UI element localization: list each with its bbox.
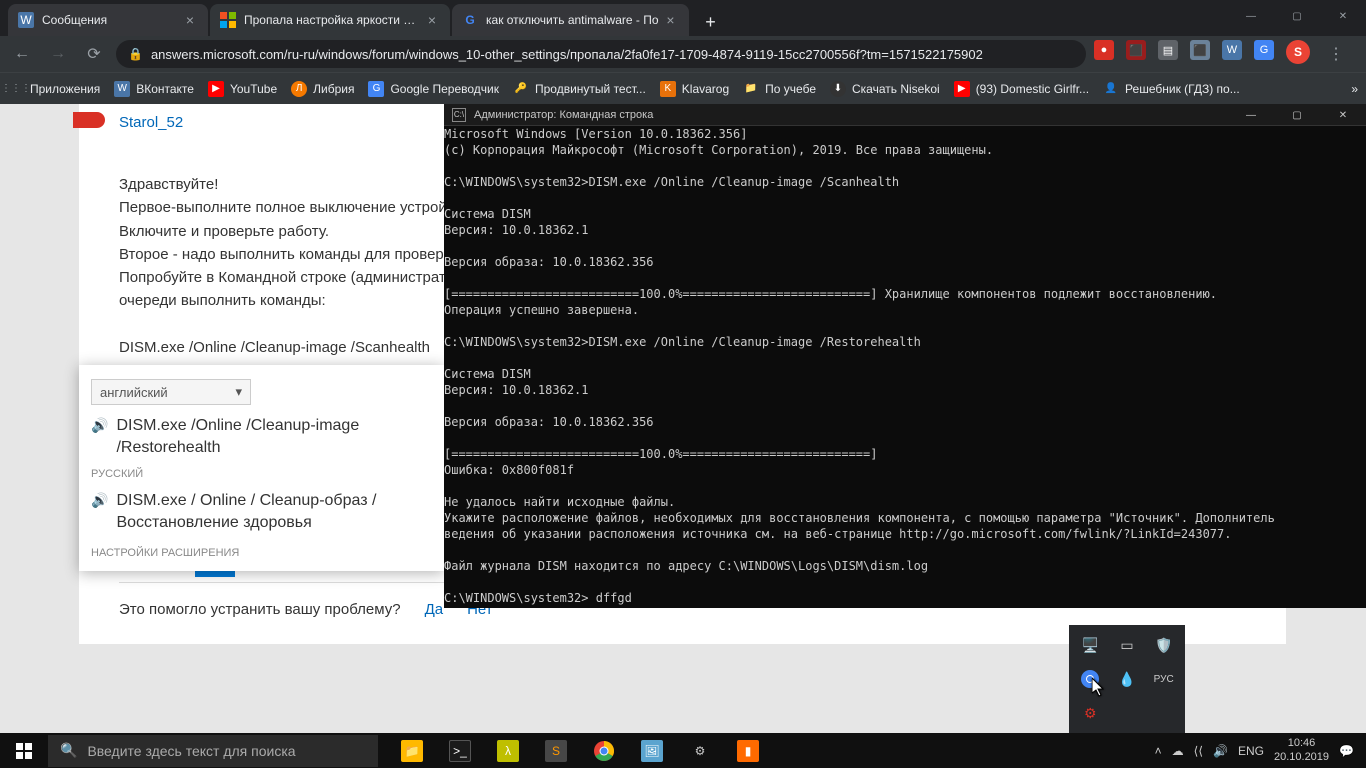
cmd-icon: C:\ <box>452 108 466 122</box>
bookmark-youtube[interactable]: ▶YouTube <box>208 81 277 97</box>
ext-vk-icon[interactable]: W <box>1222 40 1242 60</box>
tab-microsoft-answers[interactable]: Пропала настройка яркости экр × <box>210 4 450 36</box>
tab-title: Пропала настройка яркости экр <box>244 13 420 27</box>
menu-icon[interactable]: ⋮ <box>1322 40 1350 68</box>
taskbar-search[interactable]: 🔍 Введите здесь текст для поиска <box>48 735 378 767</box>
bookmarks-overflow[interactable]: » <box>1351 82 1358 96</box>
taskbar: 🔍 Введите здесь текст для поиска 📁 >_ λ … <box>0 733 1366 768</box>
bookmark-libria[interactable]: ЛЛибрия <box>291 81 354 97</box>
task-settings[interactable]: ⚙ <box>676 733 724 768</box>
task-explorer[interactable]: 📁 <box>388 733 436 768</box>
url-field[interactable]: 🔒 answers.microsoft.com/ru-ru/windows/fo… <box>116 40 1086 68</box>
target-lang-label: РУССКИЙ <box>91 468 432 480</box>
cmd-title-text: Администратор: Командная строка <box>474 109 653 121</box>
ext-reader-icon[interactable]: ▤ <box>1158 40 1178 60</box>
tab-google-search[interactable]: G как отключить antimalware - По × <box>452 4 689 36</box>
ext-grammar-icon[interactable]: ⬛ <box>1190 40 1210 60</box>
bookmark-nisekoi[interactable]: ⬇Скачать Nisekoi <box>830 81 940 97</box>
apps-button[interactable]: ⋮⋮⋮Приложения <box>8 81 100 97</box>
notifications-icon[interactable]: 💬 <box>1339 744 1354 758</box>
task-gallery[interactable]: 🖼 <box>628 733 676 768</box>
chrome-maximize-icon[interactable]: ▢ <box>1274 0 1320 32</box>
search-placeholder: Введите здесь текст для поиска <box>87 743 295 759</box>
ext-translate-icon[interactable]: G <box>1254 40 1274 60</box>
translated-text: DISM.exe / Online / Cleanup-образ / Восс… <box>116 490 432 533</box>
tab-title: Сообщения <box>42 13 178 27</box>
tray-wifi-icon[interactable]: ⟨⟨ <box>1194 744 1203 758</box>
tray-app-icon[interactable]: ⚙ <box>1078 701 1102 725</box>
bookmark-test[interactable]: 🔑Продвинутый тест... <box>513 81 646 97</box>
lock-icon: 🔒 <box>128 47 143 61</box>
tray-monitor-icon[interactable]: ▭ <box>1115 633 1139 657</box>
tab-title: как отключить antimalware - По <box>486 13 659 27</box>
task-sublime[interactable]: S <box>532 733 580 768</box>
tray-lang-indicator[interactable]: ENG <box>1238 744 1264 758</box>
translate-popup: английский ▾ 🔊 DISM.exe /Online /Cleanup… <box>79 365 444 571</box>
cmd-minimize-icon[interactable]: — <box>1228 104 1274 126</box>
user-avatar[interactable]: S <box>1286 40 1310 64</box>
tray-chrome-icon[interactable] <box>1078 667 1102 691</box>
language-select[interactable]: английский ▾ <box>91 379 251 405</box>
search-icon: 🔍 <box>60 742 77 759</box>
favicon-google-icon: G <box>462 12 478 28</box>
cmd-close-icon[interactable]: ✕ <box>1320 104 1366 126</box>
ext-adblock-icon[interactable]: ● <box>1094 40 1114 60</box>
tray-defender-icon[interactable]: 🛡️ <box>1152 633 1176 657</box>
bookmark-vk[interactable]: WВКонтакте <box>114 81 194 97</box>
close-icon[interactable]: × <box>424 12 440 28</box>
bookmark-translate[interactable]: GGoogle Переводчик <box>368 81 499 97</box>
bookmarks-bar: ⋮⋮⋮Приложения WВКонтакте ▶YouTube ЛЛибри… <box>0 72 1366 104</box>
bookmark-study[interactable]: 📁По учебе <box>743 81 816 97</box>
browser-tabs-bar: W Сообщения × Пропала настройка яркости … <box>0 0 1366 36</box>
start-button[interactable] <box>0 733 48 768</box>
user-avatar-icon <box>73 112 105 128</box>
cmd-titlebar[interactable]: C:\ Администратор: Командная строка — ▢ … <box>444 104 1366 126</box>
forward-button[interactable]: → <box>44 40 72 68</box>
tray-expand-icon[interactable]: ˄ <box>1155 744 1162 758</box>
taskbar-apps: 📁 >_ λ S 🖼 ⚙ ▮ <box>388 733 772 768</box>
task-app1[interactable]: λ <box>484 733 532 768</box>
feedback-yes[interactable]: Да <box>425 601 444 618</box>
tray-nvidia-icon[interactable]: 💧 <box>1115 667 1139 691</box>
tray-display-icon[interactable]: 🖥️ <box>1078 633 1102 657</box>
cmd-output[interactable]: Microsoft Windows [Version 10.0.18362.35… <box>444 126 1366 606</box>
cmd-window: C:\ Администратор: Командная строка — ▢ … <box>444 104 1366 608</box>
speaker-icon[interactable]: 🔊 <box>91 492 108 509</box>
taskbar-clock[interactable]: 10:46 20.10.2019 <box>1274 737 1329 763</box>
system-tray-popup: 🖥️ ▭ 🛡️ 💧 РУС ⚙ <box>1069 625 1185 733</box>
task-chrome[interactable] <box>580 733 628 768</box>
task-cmd[interactable]: >_ <box>436 733 484 768</box>
address-bar: ← → ⟳ 🔒 answers.microsoft.com/ru-ru/wind… <box>0 36 1366 72</box>
close-icon[interactable]: × <box>182 12 198 28</box>
extensions: ● ⬛ ▤ ⬛ W G S ⋮ <box>1094 40 1358 68</box>
tab-messages[interactable]: W Сообщения × <box>8 4 208 36</box>
tray-lang-icon[interactable]: РУС <box>1152 667 1176 691</box>
extension-settings-link[interactable]: НАСТРОЙКИ РАСШИРЕНИЯ <box>91 547 432 559</box>
task-app2[interactable]: ▮ <box>724 733 772 768</box>
bookmark-domestic[interactable]: ▶(93) Domestic Girlfr... <box>954 81 1089 97</box>
chrome-close-icon[interactable]: ✕ <box>1320 0 1366 32</box>
chevron-down-icon: ▾ <box>235 384 242 400</box>
back-button[interactable]: ← <box>8 40 36 68</box>
reload-button[interactable]: ⟳ <box>80 40 108 68</box>
bookmark-gdz[interactable]: 👤Решебник (ГДЗ) по... <box>1103 81 1240 97</box>
cmd-maximize-icon[interactable]: ▢ <box>1274 104 1320 126</box>
speaker-icon[interactable]: 🔊 <box>91 417 108 434</box>
feedback-question: Это помогло устранить вашу проблему? <box>119 601 401 618</box>
new-tab-button[interactable]: + <box>697 8 725 36</box>
favicon-vk-icon: W <box>18 12 34 28</box>
ext-pdf-icon[interactable]: ⬛ <box>1126 40 1146 60</box>
tray-volume-icon[interactable]: 🔊 <box>1213 744 1228 758</box>
tray-cloud-icon[interactable]: ☁ <box>1172 744 1184 758</box>
url-text: answers.microsoft.com/ru-ru/windows/foru… <box>151 47 983 62</box>
chrome-minimize-icon[interactable]: — <box>1228 0 1274 32</box>
source-text: DISM.exe /Online /Cleanup-image /Restore… <box>116 415 432 458</box>
bookmark-klavarog[interactable]: KKlavarog <box>660 81 729 97</box>
close-icon[interactable]: × <box>663 12 679 28</box>
system-tray: ˄ ☁ ⟨⟨ 🔊 ENG 10:46 20.10.2019 💬 <box>1155 733 1366 768</box>
favicon-ms-icon <box>220 12 236 28</box>
